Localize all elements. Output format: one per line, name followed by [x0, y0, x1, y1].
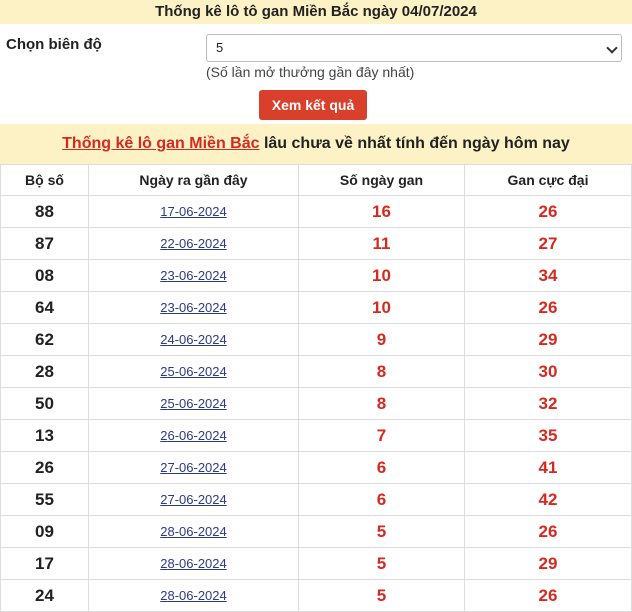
range-label: Chọn biên độ: [6, 36, 102, 53]
last-date-link[interactable]: 22-06-2024: [160, 236, 227, 251]
table-row: 08 23-06-2024 10 34: [0, 259, 632, 292]
last-date-cell: 28-06-2024: [88, 579, 299, 612]
table-row: 62 24-06-2024 9 29: [0, 323, 632, 356]
table-row: 24 28-06-2024 5 26: [0, 579, 632, 612]
max-gan-cell: 29: [464, 323, 632, 356]
days-gan-cell: 5: [298, 515, 465, 548]
lotto-number: 28: [0, 355, 89, 388]
header-last-date: Ngày ra gần đây: [88, 164, 299, 196]
max-gan-cell: 34: [464, 259, 632, 292]
header-days-gan: Số ngày gan: [298, 164, 465, 196]
last-date-cell: 23-06-2024: [88, 259, 299, 292]
lotto-number: 50: [0, 387, 89, 420]
last-date-cell: 26-06-2024: [88, 419, 299, 452]
days-gan-cell: 10: [298, 259, 465, 292]
last-date-link[interactable]: 24-06-2024: [160, 332, 227, 347]
max-gan-cell: 41: [464, 451, 632, 484]
last-date-link[interactable]: 28-06-2024: [160, 588, 227, 603]
last-date-cell: 25-06-2024: [88, 387, 299, 420]
max-gan-cell: 26: [464, 195, 632, 228]
last-date-cell: 17-06-2024: [88, 195, 299, 228]
max-gan-cell: 35: [464, 419, 632, 452]
table-row: 09 28-06-2024 5 26: [0, 515, 632, 548]
header-number: Bộ số: [0, 164, 89, 196]
table-row: 13 26-06-2024 7 35: [0, 419, 632, 452]
last-date-link[interactable]: 28-06-2024: [160, 556, 227, 571]
days-gan-cell: 10: [298, 291, 465, 324]
last-date-link[interactable]: 27-06-2024: [160, 460, 227, 475]
lotto-number: 08: [0, 259, 89, 292]
last-date-cell: 27-06-2024: [88, 483, 299, 516]
lotto-number: 87: [0, 227, 89, 260]
last-date-cell: 25-06-2024: [88, 355, 299, 388]
last-date-link[interactable]: 25-06-2024: [160, 396, 227, 411]
table-row: 26 27-06-2024 6 41: [0, 451, 632, 484]
last-date-cell: 28-06-2024: [88, 547, 299, 580]
range-select-value: 5: [216, 40, 224, 55]
page-title: Thống kê lô tô gan Miền Bắc ngày 04/07/2…: [0, 0, 632, 24]
days-gan-cell: 7: [298, 419, 465, 452]
max-gan-cell: 29: [464, 547, 632, 580]
max-gan-cell: 27: [464, 227, 632, 260]
lotto-number: 17: [0, 547, 89, 580]
last-date-link[interactable]: 23-06-2024: [160, 300, 227, 315]
last-date-cell: 23-06-2024: [88, 291, 299, 324]
chevron-down-icon: [606, 42, 618, 54]
table-header-row: Bộ số Ngày ra gần đây Số ngày gan Gan cự…: [0, 164, 632, 196]
lotto-number: 88: [0, 195, 89, 228]
table-row: 88 17-06-2024 16 26: [0, 195, 632, 228]
max-gan-cell: 42: [464, 483, 632, 516]
last-date-link[interactable]: 25-06-2024: [160, 364, 227, 379]
max-gan-cell: 32: [464, 387, 632, 420]
days-gan-cell: 6: [298, 451, 465, 484]
view-results-button[interactable]: Xem kết quả: [259, 90, 367, 120]
last-date-link[interactable]: 17-06-2024: [160, 204, 227, 219]
header-max-gan: Gan cực đại: [464, 164, 632, 196]
lotto-number: 26: [0, 451, 89, 484]
days-gan-cell: 11: [298, 227, 465, 260]
lotto-number: 13: [0, 419, 89, 452]
filter-form: Chọn biên độ 5 (Số lần mở thưởng gần đây…: [0, 24, 632, 124]
last-date-link[interactable]: 23-06-2024: [160, 268, 227, 283]
last-date-link[interactable]: 27-06-2024: [160, 492, 227, 507]
days-gan-cell: 6: [298, 483, 465, 516]
table-row: 28 25-06-2024 8 30: [0, 355, 632, 388]
days-gan-cell: 8: [298, 355, 465, 388]
table-row: 87 22-06-2024 11 27: [0, 227, 632, 260]
stats-link[interactable]: Thống kê lô gan Miền Bắc: [62, 135, 259, 152]
last-date-cell: 22-06-2024: [88, 227, 299, 260]
days-gan-cell: 8: [298, 387, 465, 420]
last-date-cell: 24-06-2024: [88, 323, 299, 356]
stats-banner-text: lâu chưa về nhất tính đến ngày hôm nay: [259, 135, 570, 152]
lotto-number: 55: [0, 483, 89, 516]
table-row: 17 28-06-2024 5 29: [0, 547, 632, 580]
lotto-number: 64: [0, 291, 89, 324]
gan-table: Bộ số Ngày ra gần đây Số ngày gan Gan cự…: [0, 164, 632, 612]
max-gan-cell: 30: [464, 355, 632, 388]
lotto-number: 62: [0, 323, 89, 356]
days-gan-cell: 5: [298, 547, 465, 580]
last-date-cell: 27-06-2024: [88, 451, 299, 484]
table-row: 55 27-06-2024 6 42: [0, 483, 632, 516]
last-date-link[interactable]: 28-06-2024: [160, 524, 227, 539]
range-hint: (Số lần mở thưởng gần đây nhất): [206, 64, 415, 80]
lotto-number: 09: [0, 515, 89, 548]
table-row: 50 25-06-2024 8 32: [0, 387, 632, 420]
days-gan-cell: 5: [298, 579, 465, 612]
max-gan-cell: 26: [464, 515, 632, 548]
table-row: 64 23-06-2024 10 26: [0, 291, 632, 324]
last-date-link[interactable]: 26-06-2024: [160, 428, 227, 443]
days-gan-cell: 9: [298, 323, 465, 356]
range-select[interactable]: 5: [206, 34, 622, 62]
max-gan-cell: 26: [464, 291, 632, 324]
days-gan-cell: 16: [298, 195, 465, 228]
lotto-number: 24: [0, 579, 89, 612]
stats-banner: Thống kê lô gan Miền Bắc lâu chưa về nhấ…: [0, 124, 632, 164]
max-gan-cell: 26: [464, 579, 632, 612]
last-date-cell: 28-06-2024: [88, 515, 299, 548]
